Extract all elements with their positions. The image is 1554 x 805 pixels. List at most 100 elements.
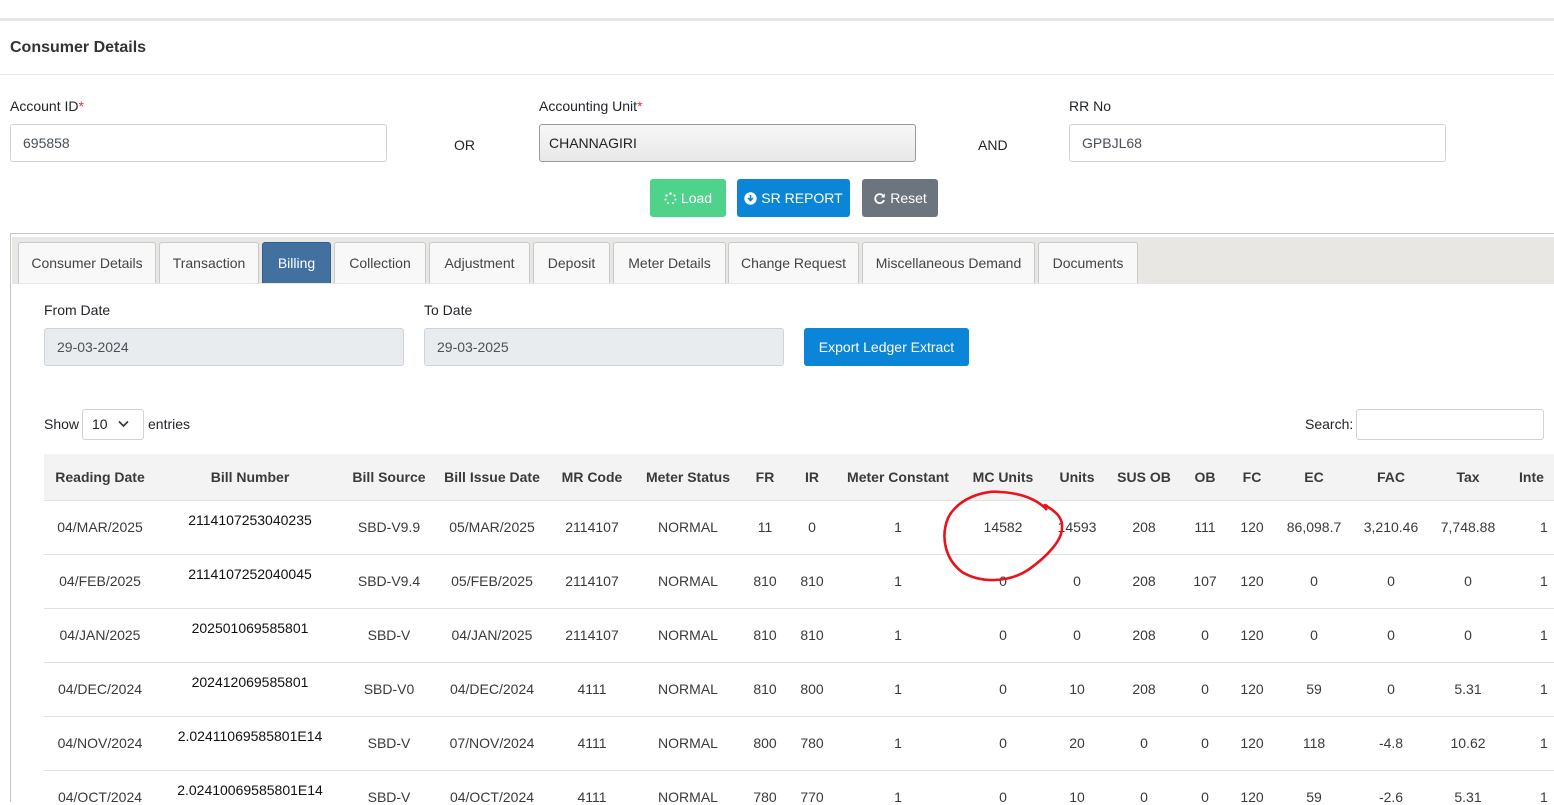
cell-meter-constant: 1 xyxy=(894,735,902,751)
top-divider xyxy=(0,18,1554,21)
cell-units: 14593 xyxy=(1057,519,1097,535)
column-header-ob[interactable]: OB xyxy=(1195,469,1216,485)
page-title: Consumer Details xyxy=(10,39,147,56)
cell-ec: 86,098.7 xyxy=(1286,519,1342,535)
cell-fc: 120 xyxy=(1240,573,1264,589)
search-label: Search: xyxy=(1305,416,1354,432)
column-header-ec[interactable]: EC xyxy=(1304,469,1323,485)
load-button[interactable]: Load xyxy=(650,179,726,217)
rr-no-input[interactable]: GPBJL68 xyxy=(1069,124,1446,162)
column-header-bill-source[interactable]: Bill Source xyxy=(352,469,425,485)
cell-meter-status: NORMAL xyxy=(658,519,718,535)
row-divider xyxy=(44,608,1554,609)
account-id-input[interactable]: 695858 xyxy=(10,124,387,162)
cell-fr: 800 xyxy=(753,735,777,751)
cell-reading-date: 04/JAN/2025 xyxy=(59,627,141,643)
export-ledger-button[interactable]: Export Ledger Extract xyxy=(804,328,969,366)
cell-fac: -2.6 xyxy=(1378,789,1404,805)
search-input[interactable] xyxy=(1356,409,1544,440)
cell-mr-code: 2114107 xyxy=(565,519,619,535)
column-header-bill-issue-date[interactable]: Bill Issue Date xyxy=(444,469,540,485)
to-date-input[interactable]: 29-03-2025 xyxy=(424,328,784,366)
from-date-input[interactable]: 29-03-2024 xyxy=(44,328,404,366)
cell-fr: 11 xyxy=(757,519,773,535)
cell-bill-issue-date: 05/MAR/2025 xyxy=(449,519,535,535)
column-header-fr[interactable]: FR xyxy=(756,469,775,485)
cell-tax: 7,748.88 xyxy=(1440,519,1496,535)
cell-meter-constant: 1 xyxy=(894,519,902,535)
cell-fr: 780 xyxy=(753,789,777,805)
column-header-ir[interactable]: IR xyxy=(805,469,819,485)
row-divider xyxy=(44,500,1554,501)
tab-documents[interactable]: Documents xyxy=(1038,242,1138,283)
header-divider xyxy=(0,74,1554,75)
tab-transaction[interactable]: Transaction xyxy=(159,242,259,283)
cell-bill-source: SBD-V xyxy=(367,735,411,751)
cell-mc-units: 0 xyxy=(999,735,1007,751)
sr-report-button[interactable]: SR REPORT xyxy=(737,179,850,217)
cell-bill-issue-date: 04/DEC/2024 xyxy=(449,681,535,697)
reset-button[interactable]: Reset xyxy=(862,179,938,217)
accounting-unit-select[interactable]: CHANNAGIRI xyxy=(539,124,916,162)
column-header-tax[interactable]: Tax xyxy=(1456,469,1479,485)
cell-units: 0 xyxy=(1073,573,1081,589)
chevron-down-icon xyxy=(118,420,129,428)
cell-tax: 0 xyxy=(1464,627,1472,643)
cell-ir: 770 xyxy=(800,789,824,805)
tab-collection[interactable]: Collection xyxy=(334,242,426,283)
tab-deposit[interactable]: Deposit xyxy=(533,242,610,283)
cell-ec: 0 xyxy=(1310,573,1318,589)
cell-tax: 0 xyxy=(1464,573,1472,589)
tab-consumer-details[interactable]: Consumer Details xyxy=(18,242,156,283)
column-header-sus-ob[interactable]: SUS OB xyxy=(1117,469,1171,485)
cell-meter-constant: 1 xyxy=(894,573,902,589)
column-header-meter-constant[interactable]: Meter Constant xyxy=(847,469,949,485)
column-header-interest[interactable]: Inte xyxy=(1519,469,1544,485)
account-id-label: Account ID* xyxy=(10,98,84,114)
cell-mr-code: 2114107 xyxy=(565,627,619,643)
cell-bill-source: SBD-V9.4 xyxy=(357,573,421,589)
cell-meter-constant: 1 xyxy=(894,627,902,643)
cell-bill-source: SBD-V0 xyxy=(363,681,415,697)
cell-ir: 810 xyxy=(800,573,824,589)
and-label: AND xyxy=(978,137,1008,153)
cell-meter-constant: 1 xyxy=(894,681,902,697)
column-header-reading-date[interactable]: Reading Date xyxy=(55,469,144,485)
row-divider xyxy=(44,770,1554,771)
cell-ob: 0 xyxy=(1201,627,1209,643)
cell-tax: 10.62 xyxy=(1450,735,1486,751)
cell-bill-source: SBD-V xyxy=(367,627,411,643)
column-header-fac[interactable]: FAC xyxy=(1377,469,1405,485)
cell-ec: 0 xyxy=(1310,627,1318,643)
cell-bill-issue-date: 04/JAN/2025 xyxy=(451,627,533,643)
tab-meter-details[interactable]: Meter Details xyxy=(613,242,726,283)
tab-adjustment[interactable]: Adjustment xyxy=(429,242,530,283)
entries-label: entries xyxy=(148,416,191,432)
tab-change-request[interactable]: Change Request xyxy=(728,242,859,283)
cell-fr: 810 xyxy=(753,681,777,697)
tab-miscellaneous-demand[interactable]: Miscellaneous Demand xyxy=(862,242,1035,283)
page-length-select[interactable]: 10 xyxy=(82,409,144,440)
column-header-bill-number[interactable]: Bill Number xyxy=(211,469,290,485)
column-header-fc[interactable]: FC xyxy=(1243,469,1262,485)
cell-mr-code: 4111 xyxy=(577,789,607,805)
cell-bill-number: 202412069585801 xyxy=(191,674,309,690)
cell-bill-source: SBD-V9.9 xyxy=(357,519,421,535)
column-header-mr-code[interactable]: MR Code xyxy=(562,469,623,485)
cell-units: 10 xyxy=(1069,789,1085,805)
cell-ob: 0 xyxy=(1201,789,1209,805)
cell-fac: 0 xyxy=(1387,627,1395,643)
spinner-icon xyxy=(664,192,677,204)
download-circle-icon xyxy=(744,192,757,205)
cell-sus-ob: 208 xyxy=(1132,573,1156,589)
column-header-units[interactable]: Units xyxy=(1060,469,1095,485)
cell-ec: 118 xyxy=(1302,735,1326,751)
tab-billing[interactable]: Billing xyxy=(262,242,331,283)
cell-bill-number: 2114107252040045 xyxy=(188,566,312,582)
cell-fc: 120 xyxy=(1240,735,1264,751)
cell-meter-status: NORMAL xyxy=(658,573,718,589)
column-header-meter-status[interactable]: Meter Status xyxy=(646,469,730,485)
from-date-label: From Date xyxy=(44,302,111,318)
column-header-mc-units[interactable]: MC Units xyxy=(973,469,1034,485)
cell-reading-date: 04/OCT/2024 xyxy=(57,789,143,805)
